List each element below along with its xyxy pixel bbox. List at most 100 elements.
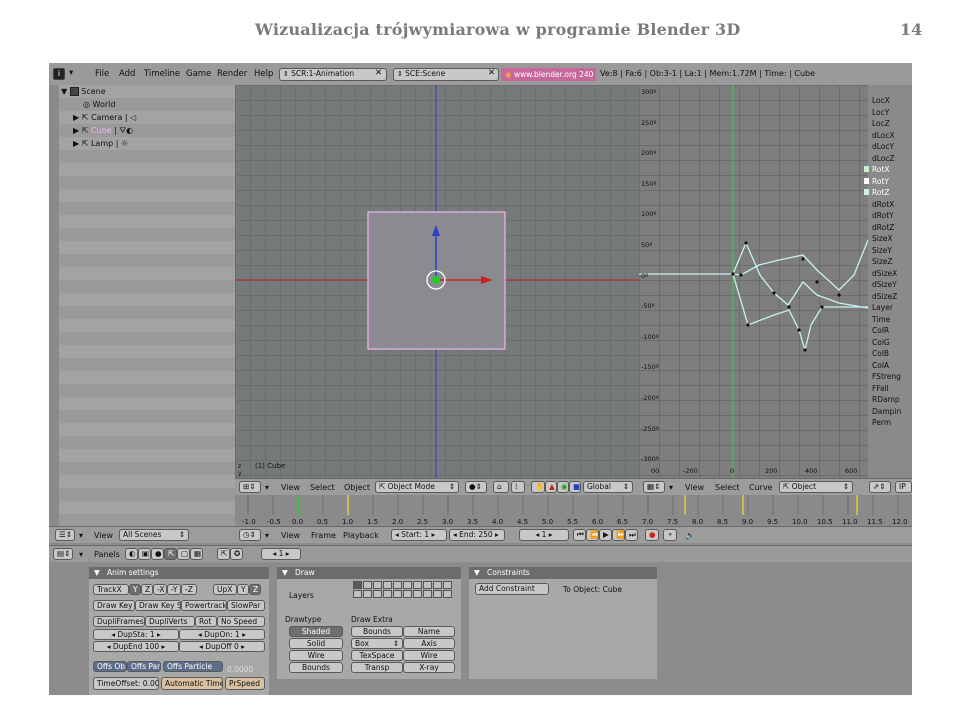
menu-select[interactable]: Select: [310, 483, 335, 492]
layer-button[interactable]: [363, 581, 372, 589]
track-z-button[interactable]: Z: [141, 584, 153, 595]
dupon-field[interactable]: ◂ DupOn: 1 ▸: [179, 629, 265, 640]
menu-view[interactable]: View: [281, 483, 300, 492]
layer-button[interactable]: [373, 590, 382, 598]
collapse-triangle-icon[interactable]: ▼: [94, 567, 100, 579]
current-frame-field[interactable]: ◂ 1 ▸: [519, 529, 569, 541]
drawtype-solid-button[interactable]: Solid: [289, 638, 343, 649]
add-constraint-button[interactable]: Add Constraint: [475, 583, 549, 595]
track-x-button[interactable]: TrackX: [93, 584, 129, 595]
collapse-triangle-icon[interactable]: ▼: [474, 567, 480, 579]
layer-button[interactable]: [413, 590, 422, 598]
jump-end-icon[interactable]: ⏭: [625, 529, 638, 541]
ipo-type-selector[interactable]: ⇱ Object ⇕: [779, 481, 853, 493]
dupend-field[interactable]: ◂ DupEnd 100 ▸: [93, 641, 179, 652]
physics-icon[interactable]: ✪: [230, 548, 243, 560]
menu-render[interactable]: Render: [217, 69, 247, 79]
ipo-channel-drotz[interactable]: dRotZ: [872, 223, 894, 232]
keyframe-point[interactable]: [731, 272, 735, 276]
ipo-channel-time[interactable]: Time: [872, 315, 890, 324]
menu-help[interactable]: Help: [254, 69, 273, 79]
layer-button[interactable]: [443, 590, 452, 598]
extra-texspace-button[interactable]: TexSpace: [351, 650, 403, 661]
outliner-item-scene[interactable]: ▼ Scene: [61, 87, 106, 96]
layer-button[interactable]: [383, 590, 392, 598]
ipo-channel-sizez[interactable]: SizeZ: [872, 257, 893, 266]
shading-icon[interactable]: ●: [151, 548, 164, 560]
editing-icon[interactable]: ▢: [177, 548, 190, 560]
ipo-channel-rotz[interactable]: RotZ: [864, 188, 890, 197]
window-type-icon[interactable]: i: [53, 68, 65, 80]
play-icon[interactable]: ▶: [599, 529, 612, 541]
layer-button[interactable]: [393, 590, 402, 598]
ipo-channel-dlocy[interactable]: dLocY: [872, 142, 894, 151]
collapse-triangle-icon[interactable]: ▾: [69, 68, 73, 78]
draw-type-selector[interactable]: ●⇕: [465, 481, 487, 493]
keyframe-point[interactable]: [787, 305, 791, 309]
layer-button[interactable]: [363, 590, 372, 598]
track-y-button[interactable]: Y: [129, 584, 141, 595]
layer-button[interactable]: [423, 581, 432, 589]
ipo-channel-dampin[interactable]: Dampin: [872, 407, 901, 416]
layer-button[interactable]: [423, 590, 432, 598]
panel-header[interactable]: ▼ Anim settings: [89, 567, 269, 579]
drawtype-wire-button[interactable]: Wire: [289, 650, 343, 661]
dupliverts-button[interactable]: DupliVerts: [145, 616, 195, 627]
scene-filter-selector[interactable]: All Scenes ⇕: [119, 529, 189, 541]
expand-triangle-icon[interactable]: ▶: [73, 113, 82, 122]
keyframe-point[interactable]: [739, 273, 743, 277]
ipo-channel-sizex[interactable]: SizeX: [872, 234, 893, 243]
offs-ob-button[interactable]: Offs Ob: [93, 661, 127, 672]
website-link[interactable]: ◉ www.blender.org 240: [501, 68, 596, 81]
dupliframes-button[interactable]: DupliFrames: [93, 616, 145, 627]
scene-selector[interactable]: ⇕ SCE:Scene: [393, 68, 499, 81]
prev-key-icon[interactable]: ⏪: [586, 529, 599, 541]
keyframe-point[interactable]: [820, 305, 824, 309]
collapse-triangle-icon[interactable]: ▾: [79, 550, 83, 559]
ipo-channel-sizey[interactable]: SizeY: [872, 246, 892, 255]
scene-tab-icon[interactable]: ▦: [190, 548, 203, 560]
up-y-button[interactable]: Y: [237, 584, 249, 595]
ipo-channel-drotx[interactable]: dRotX: [872, 200, 894, 209]
rotate-icon[interactable]: ◉: [557, 481, 569, 493]
ipo-channel-colg[interactable]: ColG: [872, 338, 890, 347]
sync-icon[interactable]: ⚬: [663, 529, 677, 541]
expand-triangle-icon[interactable]: ▶: [73, 139, 82, 148]
window-type-icon[interactable]: ◷⇕: [239, 529, 261, 541]
ipo-channel-colb[interactable]: ColB: [872, 349, 889, 358]
panel-header[interactable]: ▼ Draw: [277, 567, 461, 579]
extra-xray-button[interactable]: X-ray: [403, 662, 455, 673]
object-sub-icon[interactable]: ⇱: [217, 548, 230, 560]
ipo-channel-dsizex[interactable]: dSizeX: [872, 269, 897, 278]
ipo-channel-locz[interactable]: LocZ: [872, 119, 890, 128]
layers-icon[interactable]: ⁞: [511, 481, 525, 493]
mode-selector[interactable]: ⇱ Object Mode ⇕: [375, 481, 459, 493]
ipo-channel-layer[interactable]: Layer: [872, 303, 893, 312]
audio-icon[interactable]: 🔈: [685, 531, 695, 540]
outliner-item-cube[interactable]: ▶ ⇱ Cube | ⛛◐: [73, 126, 133, 136]
layer-button[interactable]: [393, 581, 402, 589]
ipo-channel-colr[interactable]: ColR: [872, 326, 889, 335]
ipo-channel-rdamp[interactable]: RDamp: [872, 395, 900, 404]
layer-button[interactable]: [373, 581, 382, 589]
collapse-triangle-icon[interactable]: ▼: [282, 567, 288, 579]
extra-wire-button[interactable]: Wire: [403, 650, 455, 661]
menu-game[interactable]: Game: [186, 69, 211, 79]
menu-view[interactable]: View: [685, 483, 704, 492]
close-screen-icon[interactable]: ✕: [375, 68, 382, 78]
prspeed-button[interactable]: PrSpeed: [225, 677, 265, 690]
menu-view[interactable]: View: [281, 531, 300, 540]
keyframe-point[interactable]: [746, 323, 750, 327]
collapse-triangle-icon[interactable]: ▾: [79, 531, 83, 540]
ipo-channel-droty[interactable]: dRotY: [872, 211, 894, 220]
rot-button[interactable]: Rot: [195, 616, 217, 627]
drawtype-bounds-button[interactable]: Bounds: [289, 662, 343, 673]
screen-selector[interactable]: ⇕ SCR:1-Animation: [279, 68, 387, 81]
track-negy-button[interactable]: -Y: [167, 584, 181, 595]
ipo-channel-dsizez[interactable]: dSizeZ: [872, 292, 897, 301]
layer-button[interactable]: [433, 581, 442, 589]
scale-icon[interactable]: ■: [569, 481, 581, 493]
window-type-icon[interactable]: ☰⇕: [55, 529, 75, 541]
keyframe-point[interactable]: [797, 328, 801, 332]
window-type-icon[interactable]: ⊞⇕: [239, 481, 261, 493]
